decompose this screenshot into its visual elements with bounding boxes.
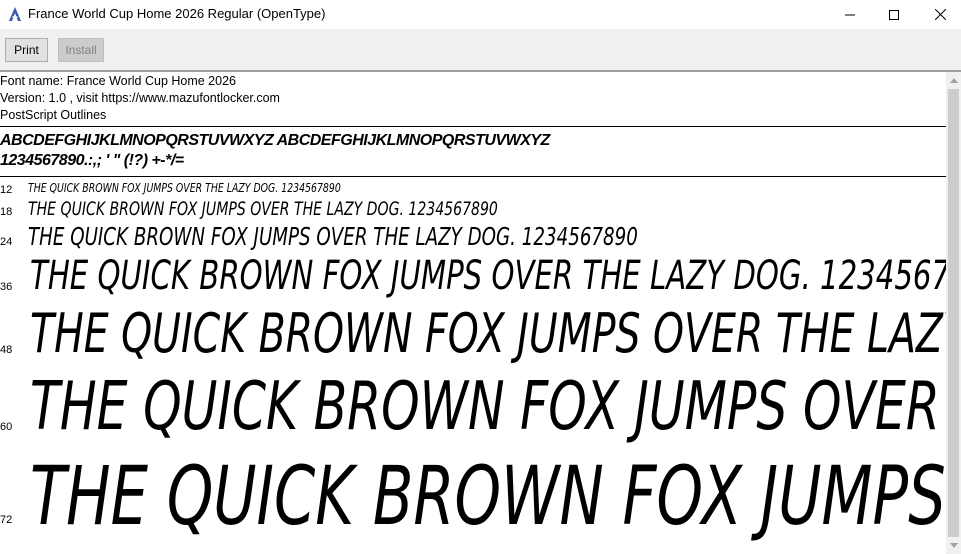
size-label: 48 — [0, 344, 13, 356]
install-button[interactable]: Install — [58, 38, 104, 62]
size-label: 72 — [0, 514, 13, 526]
specimen-line: THE QUICK BROWN FOX JUMPS OVER THE LAZY … — [30, 367, 946, 445]
charset-digits: 1234567890.:,; ' " (!?) +-*/= — [0, 152, 184, 169]
specimen-line: THE QUICK BROWN FOX JUMPS OVER THE LAZY … — [28, 198, 498, 220]
divider-top — [0, 126, 946, 127]
maximize-icon — [889, 9, 899, 20]
divider-bottom — [0, 176, 946, 177]
close-icon — [934, 9, 946, 20]
specimen-line: THE QUICK BROWN FOX JUMPS OVER THE LAZY … — [30, 302, 946, 365]
scroll-down-arrow-icon — [949, 543, 958, 548]
maximize-button[interactable] — [871, 0, 917, 29]
size-label: 60 — [0, 421, 13, 433]
vertical-scrollbar[interactable] — [946, 72, 961, 554]
scroll-down-button[interactable] — [946, 537, 961, 554]
size-label: 18 — [0, 206, 13, 218]
toolbar: Print Install — [0, 29, 961, 70]
version-line: Version: 1.0 , visit https://www.mazufon… — [0, 91, 280, 105]
scroll-up-button[interactable] — [946, 72, 961, 89]
close-button[interactable] — [917, 0, 961, 29]
title-bar: France World Cup Home 2026 Regular (Open… — [0, 0, 961, 29]
charset-letters: ABCDEFGHIJKLMNOPQRSTUVWXYZ ABCDEFGHIJKLM… — [0, 132, 550, 149]
specimen-line: THE QUICK BROWN FOX JUMPS OVER THE LAZY … — [30, 253, 946, 299]
outline-type-line: PostScript Outlines — [0, 108, 107, 122]
minimize-icon — [845, 14, 855, 15]
font-preview-area: Font name: France World Cup Home 2026 Ve… — [0, 72, 946, 554]
specimen-line: THE QUICK BROWN FOX JUMPS OVER THE LAZY … — [28, 222, 638, 251]
font-name-line: Font name: France World Cup Home 2026 — [0, 74, 236, 88]
print-button[interactable]: Print — [5, 38, 48, 62]
scroll-thumb[interactable] — [948, 89, 959, 537]
specimen-line: THE QUICK BROWN FOX JUMPS OVER THE LAZY … — [28, 181, 341, 195]
window-title: France World Cup Home 2026 Regular (Open… — [28, 6, 326, 21]
font-viewer-icon — [7, 6, 23, 22]
size-label: 24 — [0, 236, 13, 248]
size-label: 36 — [0, 281, 13, 293]
size-label: 12 — [0, 184, 13, 196]
minimize-button[interactable] — [827, 0, 873, 29]
specimen-line: THE QUICK BROWN FOX JUMPS OVER THE LAZY … — [30, 450, 946, 544]
scroll-up-arrow-icon — [949, 78, 958, 83]
